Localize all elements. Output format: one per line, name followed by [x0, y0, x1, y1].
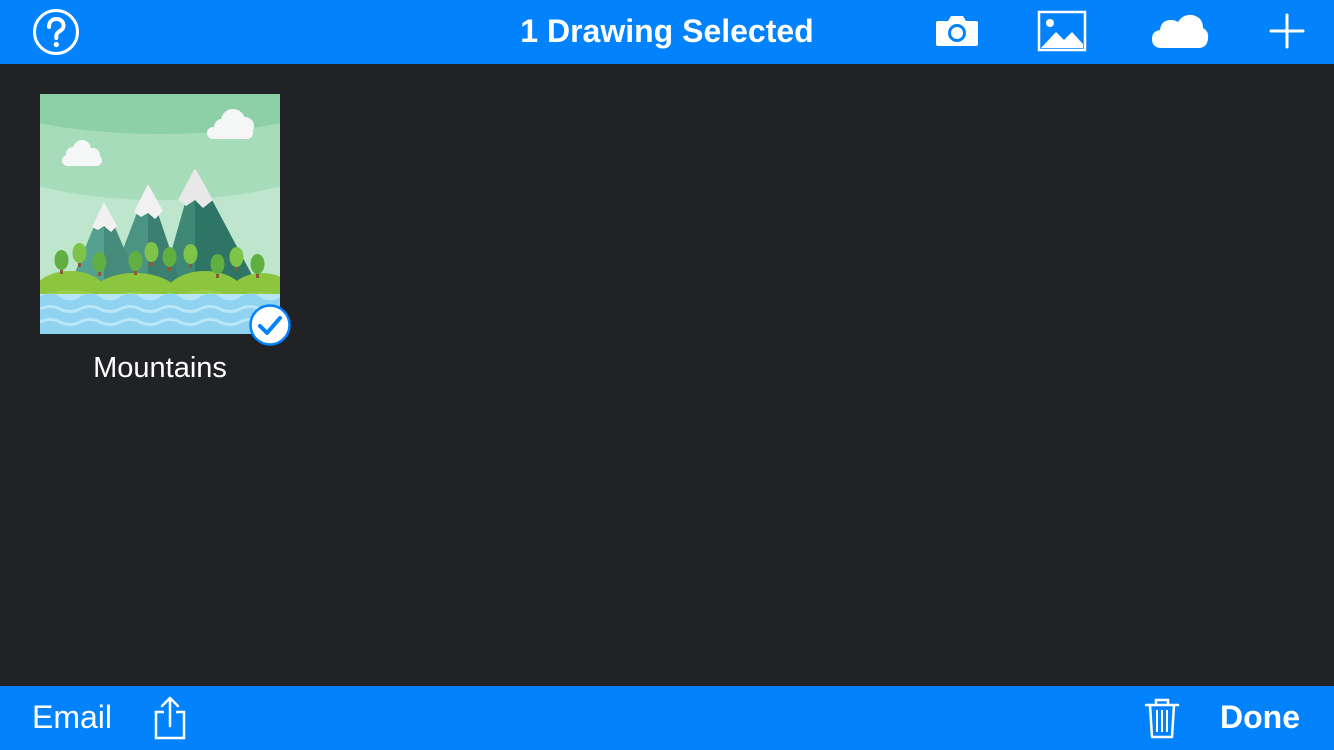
share-icon	[154, 696, 186, 740]
drawing-thumbnail	[40, 94, 280, 334]
done-button[interactable]: Done	[1210, 686, 1310, 750]
camera-icon	[936, 16, 978, 46]
plus-icon	[1269, 13, 1305, 49]
trash-icon	[1144, 698, 1180, 739]
drawing-item[interactable]: Mountains	[40, 94, 300, 394]
cloud-button[interactable]	[1150, 12, 1210, 50]
trash-button[interactable]	[1143, 697, 1181, 739]
selected-check-badge	[249, 304, 291, 346]
photo-icon	[1037, 10, 1087, 52]
bottom-toolbar	[0, 686, 1334, 750]
mountain-landscape-image	[40, 94, 280, 334]
help-button[interactable]	[31, 8, 81, 56]
camera-button[interactable]	[934, 12, 980, 50]
email-button[interactable]: Email	[32, 686, 112, 750]
checkmark-icon	[249, 304, 291, 346]
share-button[interactable]	[152, 696, 188, 740]
drawing-name-label: Mountains	[93, 352, 227, 384]
photo-library-button[interactable]	[1037, 10, 1087, 52]
help-icon	[33, 9, 79, 55]
add-button[interactable]	[1266, 10, 1308, 52]
cloud-icon	[1152, 14, 1209, 48]
page-title: 1 Drawing Selected	[520, 13, 814, 49]
top-toolbar: 1 Drawing Selected	[0, 0, 1334, 64]
